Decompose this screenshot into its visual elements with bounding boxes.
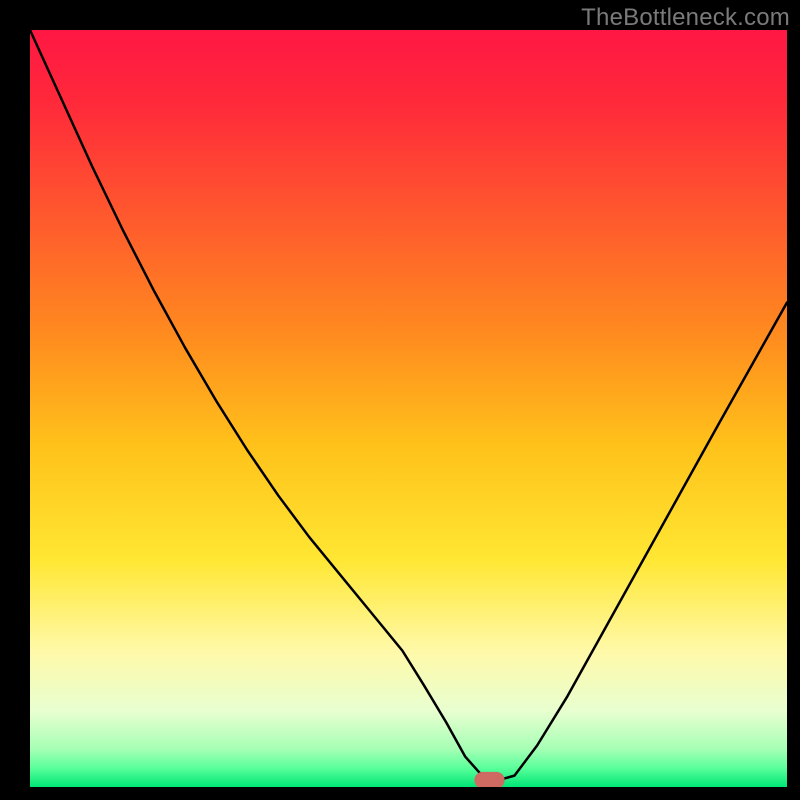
chart-frame: TheBottleneck.com <box>0 0 800 800</box>
chart-plot-area <box>30 30 787 787</box>
watermark-text: TheBottleneck.com <box>581 4 790 32</box>
optimal-marker <box>474 772 504 787</box>
chart-svg <box>30 30 787 787</box>
gradient-background <box>30 30 787 787</box>
